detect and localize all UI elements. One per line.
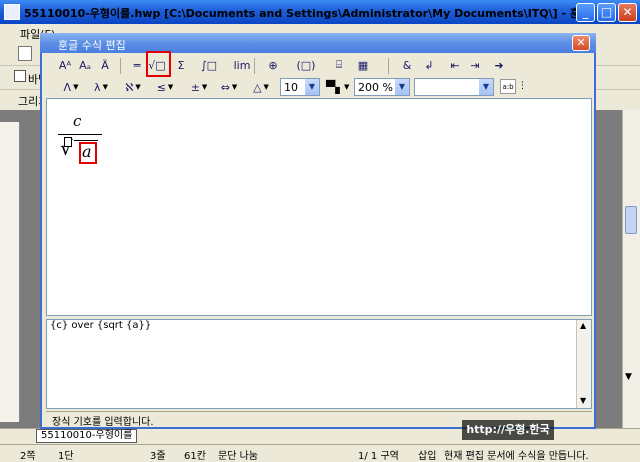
equation-script-editor[interactable]: [46, 319, 592, 409]
symbol-icon[interactable]: ℵ ▼: [120, 77, 146, 97]
chevron-down-icon[interactable]: ▼: [395, 79, 409, 95]
status-line: 3줄: [150, 451, 166, 462]
root-index-placeholder[interactable]: [64, 137, 72, 147]
zoom-value: 200 %: [358, 80, 393, 94]
chevron-down-icon[interactable]: ▼: [168, 83, 173, 91]
equation-canvas[interactable]: [46, 98, 592, 316]
chevron-down-icon[interactable]: ▼: [264, 83, 269, 91]
equation-toolbar-structures: Aᴬ Aₐ Ä ═ √□ Σ ∫□ lim ⊕ (□) ⌸ ▦ & ↲ ⇤ ⇥ ➜: [48, 55, 588, 75]
scroll-thumb[interactable]: [625, 206, 637, 234]
status-page-count: 1/ 1 구역: [358, 451, 399, 462]
newline-icon[interactable]: ↲: [420, 55, 438, 75]
align-right-icon[interactable]: ⇥: [466, 55, 484, 75]
dialog-status-text: 장식 기호를 입력합니다.: [52, 417, 154, 428]
sum-icon[interactable]: Σ: [172, 55, 190, 75]
status-mode: 문단 나눔: [218, 451, 258, 462]
superscript-icon[interactable]: Aᴬ: [56, 55, 74, 75]
integral-icon[interactable]: ∫□: [200, 55, 218, 75]
insert-equation-icon[interactable]: ➜: [490, 55, 508, 75]
operator-icon[interactable]: ± ▼: [186, 77, 212, 97]
limit-icon[interactable]: lim: [230, 55, 254, 75]
chevron-down-icon[interactable]: ▼: [305, 79, 319, 95]
ampersand-icon[interactable]: &: [398, 55, 416, 75]
vertical-ruler: [0, 122, 20, 422]
status-page: 2쪽: [20, 451, 36, 462]
font-size-value: 10: [284, 80, 298, 94]
fraction-icon[interactable]: ═: [128, 55, 146, 75]
subscript-icon[interactable]: Aₐ: [76, 55, 94, 75]
app-icon: [4, 4, 20, 20]
relation-icon[interactable]: ≤ ▼: [152, 77, 178, 97]
chevron-down-icon[interactable]: ▼: [73, 83, 78, 91]
toolbar-separator: [388, 58, 389, 74]
color-dropdown-icon[interactable]: ▼: [344, 83, 349, 91]
font-size-select[interactable]: 10 ▼: [280, 78, 320, 96]
dialog-close-button[interactable]: ✕: [572, 35, 590, 51]
maximize-button[interactable]: □: [597, 3, 616, 22]
greek-upper-icon[interactable]: Λ ▼: [58, 77, 84, 97]
script-toggle-icon[interactable]: ⋮: [518, 81, 527, 91]
equation-script-text[interactable]: {c} over {sqrt {a}}: [50, 320, 151, 331]
document-tab[interactable]: 55110010-우형이를: [36, 429, 138, 443]
vertical-scrollbar[interactable]: ▼: [622, 110, 640, 428]
equation-numerator: c: [73, 112, 82, 130]
status-message: 현재 편집 문서에 수식을 만듭니다.: [444, 451, 589, 462]
chevron-down-icon[interactable]: ▼: [232, 83, 237, 91]
chevron-down-icon[interactable]: ▼: [479, 79, 493, 95]
status-insert: 삽입: [418, 451, 437, 462]
toolbar-separator: [254, 58, 255, 74]
fraction-bar: [58, 134, 102, 135]
case-icon[interactable]: ⌸: [330, 55, 348, 75]
color-icon[interactable]: ▀▖: [326, 80, 344, 94]
watermark: http://우형.한국: [462, 420, 554, 440]
chevron-down-icon[interactable]: ▼: [135, 83, 140, 91]
dialog-title: 훈글 수식 편집: [58, 39, 126, 52]
radical-overline: [74, 140, 98, 141]
scroll-down-icon[interactable]: ▼: [580, 396, 586, 405]
minimize-button[interactable]: _: [576, 3, 595, 22]
grid-icon[interactable]: ▦: [354, 55, 372, 75]
decoration-icon[interactable]: Ä: [96, 55, 114, 75]
chevron-down-icon[interactable]: ▼: [103, 83, 108, 91]
font-select[interactable]: ▼: [414, 78, 494, 96]
sqrt-button-highlight: [146, 51, 171, 77]
toolbar-separator: [120, 58, 121, 74]
status-column: 61칸: [184, 451, 206, 462]
chevron-down-icon[interactable]: ▼: [202, 83, 207, 91]
bracket-icon[interactable]: (□): [294, 55, 318, 75]
equation-toolbar-symbols: 10 ▼ ▀▖ ▼ 200 % ▼ ▼ a:b ⋮ Λ ▼ λ ▼ ℵ ▼ ≤ ▼ ± ▼ ⇔ ▼ △ ▼: [48, 77, 588, 97]
new-doc-icon[interactable]: [18, 46, 32, 61]
arrow-icon[interactable]: ⇔ ▼: [216, 77, 242, 97]
style-icon: [14, 70, 26, 82]
script-scrollbar[interactable]: ▲ ▼: [576, 320, 591, 408]
app-title: 55110010-우형이를.hwp [C:\Documents and Sett…: [24, 7, 591, 20]
spacing-icon[interactable]: a:b: [500, 79, 516, 94]
scroll-up-icon[interactable]: ▲: [580, 321, 586, 330]
align-left-icon[interactable]: ⇤: [446, 55, 464, 75]
zoom-select[interactable]: 200 % ▼: [354, 78, 410, 96]
status-section: 1단: [58, 451, 74, 462]
denominator-highlight: [79, 142, 97, 164]
scroll-down-icon[interactable]: ▼: [625, 372, 632, 382]
greek-lower-icon[interactable]: λ ▼: [88, 77, 114, 97]
misc-icon[interactable]: △ ▼: [248, 77, 274, 97]
app-close-button[interactable]: ✕: [618, 3, 637, 22]
matrix-icon[interactable]: ⊕: [264, 55, 282, 75]
